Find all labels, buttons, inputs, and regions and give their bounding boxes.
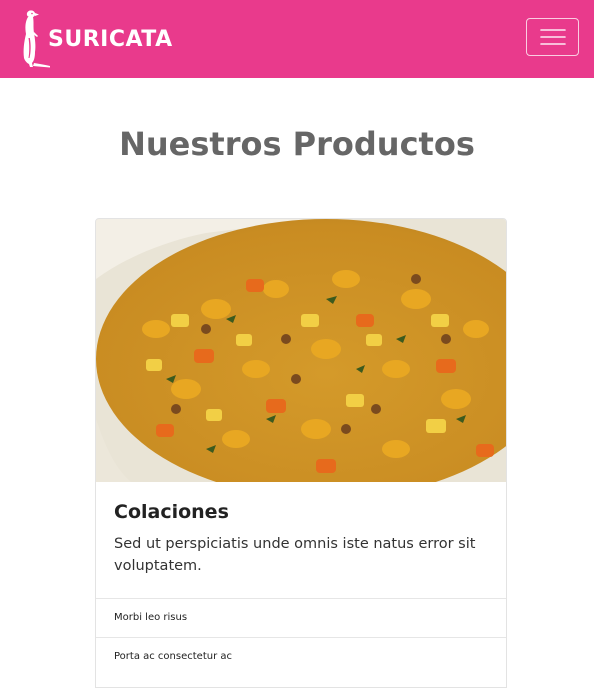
food-photo [96, 219, 506, 482]
brand-name: SURICATA [48, 26, 173, 52]
card-description: Sed ut perspiciatis unde omnis iste natu… [114, 536, 476, 574]
section-title: Nuestros Productos [119, 125, 475, 163]
brand-link[interactable]: SURICATA [20, 8, 173, 68]
product-card: Colaciones Sed ut perspiciatis unde omni… [95, 218, 507, 688]
card-title: Colaciones [114, 501, 229, 523]
navbar: SURICATA [0, 0, 594, 78]
list-item: Morbi leo risus [96, 598, 506, 637]
navbar-toggle-button[interactable] [526, 18, 579, 56]
list-item: Porta ac consectetur ac [96, 637, 506, 676]
hamburger-icon [539, 29, 566, 45]
card-body: Colaciones Sed ut perspiciatis unde omni… [96, 482, 506, 598]
